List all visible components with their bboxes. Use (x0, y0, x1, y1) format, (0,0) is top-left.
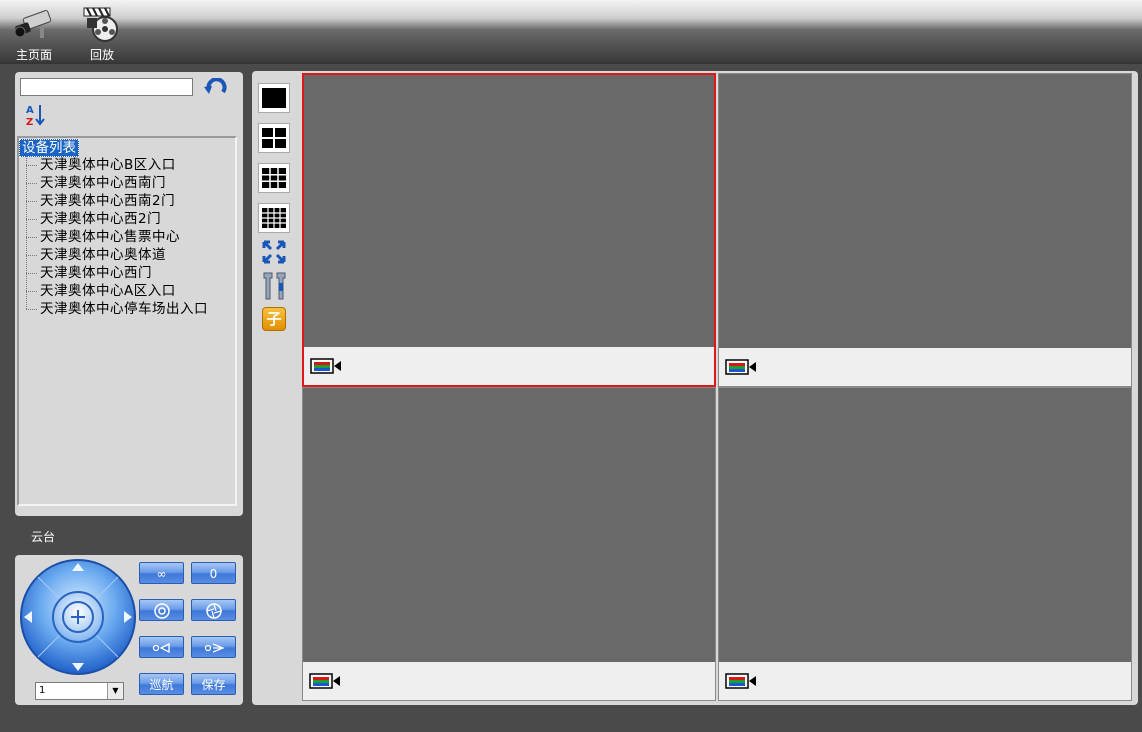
playback-button[interactable]: 回放 (74, 4, 130, 63)
tree-item-device[interactable]: 天津奥体中心售票中心 (26, 228, 180, 246)
sub-stream-button[interactable]: 子 (262, 307, 286, 331)
tree-item-device[interactable]: 天津奥体中心奥体道 (26, 246, 166, 264)
ptz-button-zoom-out[interactable] (139, 636, 184, 658)
quad-view-icon (262, 128, 286, 148)
ptz-panel: ∞ 0 巡航 保存 1 ▼ (15, 555, 243, 705)
ptz-preset-select[interactable]: 1 ▼ (35, 682, 124, 700)
tree-item-device[interactable]: 天津奥体中心A区入口 (26, 282, 176, 300)
ptz-label: 云台 (31, 530, 56, 544)
layout-2x2-button[interactable] (258, 123, 290, 153)
zoom-lens-icon (152, 642, 170, 654)
ptz-cruise-button[interactable]: 巡航 (139, 673, 184, 695)
camera-icon (14, 9, 52, 38)
film-clapper-icon (83, 7, 118, 42)
ptz-direction-pad[interactable] (19, 558, 137, 676)
video-cell-1[interactable] (302, 73, 716, 387)
top-toolbar: 主页面 回放 (0, 0, 1142, 64)
video-cell-status-bar (719, 662, 1131, 700)
video-cell-2[interactable] (718, 73, 1132, 387)
video-cell-4[interactable] (718, 387, 1132, 701)
device-search-input[interactable] (20, 78, 193, 96)
svg-text:A: A (26, 105, 34, 116)
video-main-panel: 子 (252, 71, 1138, 705)
sixteen-view-icon (262, 208, 286, 228)
chevron-down-icon[interactable]: ▼ (107, 683, 123, 699)
video-cell-status-bar (303, 662, 715, 700)
video-camera-icon[interactable] (310, 358, 344, 374)
ptz-button-infinity[interactable]: ∞ (139, 562, 184, 584)
tree-item-device[interactable]: 天津奥体中心停车场出入口 (26, 300, 208, 318)
sort-az-icon[interactable]: A Z (25, 103, 47, 127)
video-cell-status-bar (719, 348, 1131, 386)
video-cell-status-bar (304, 347, 714, 385)
tree-item-device[interactable]: 天津奥体中心西南门 (26, 174, 166, 192)
aperture-icon (153, 603, 170, 619)
home-label: 主页面 (15, 48, 52, 62)
sub-stream-badge: 子 (262, 307, 286, 331)
refresh-icon[interactable] (203, 78, 229, 100)
zoom-lens-icon (204, 643, 225, 653)
tree-item-device[interactable]: 天津奥体中心西门 (26, 264, 152, 282)
ptz-save-button[interactable]: 保存 (191, 673, 236, 695)
sub-stream-label: 子 (266, 310, 282, 328)
tools-icon (263, 272, 286, 300)
tree-item-device[interactable]: 天津奥体中心西南2门 (26, 192, 175, 210)
video-camera-icon[interactable] (309, 673, 343, 689)
fullscreen-button[interactable] (258, 239, 290, 269)
layout-1x1-button[interactable] (258, 83, 290, 113)
settings-tools-button[interactable] (258, 271, 290, 301)
tree-item-device[interactable]: 天津奥体中心西2门 (26, 210, 161, 228)
ptz-button-focus-near[interactable] (139, 599, 184, 621)
playback-label: 回放 (89, 48, 114, 62)
svg-text:Z: Z (26, 117, 33, 127)
ptz-button-zoom-in[interactable] (191, 636, 236, 658)
single-view-icon (262, 88, 286, 108)
video-camera-icon[interactable] (725, 359, 759, 375)
tree-item-device[interactable]: 天津奥体中心B区入口 (26, 156, 176, 174)
ptz-preset-value: 1 (39, 685, 46, 696)
video-camera-icon[interactable] (725, 673, 759, 689)
nine-view-icon (262, 168, 286, 188)
aperture-icon (205, 603, 222, 619)
layout-4x4-button[interactable] (258, 203, 290, 233)
ptz-button-focus-far[interactable] (191, 599, 236, 621)
device-tree: 设备列表 天津奥体中心B区入口 天津奥体中心西南门 天津奥体中心西南2门 天津奥… (17, 136, 237, 506)
device-panel: A Z 设备列表 天津奥体中心B区入口 天津奥体中心西南门 天津奥体中心西南2门… (15, 72, 243, 516)
fullscreen-icon (262, 240, 286, 264)
tree-root-device-list[interactable]: 设备列表 (19, 139, 79, 157)
home-button[interactable]: 主页面 (6, 4, 62, 63)
video-cell-3[interactable] (302, 387, 716, 701)
layout-3x3-button[interactable] (258, 163, 290, 193)
ptz-button-zero[interactable]: 0 (191, 562, 236, 584)
